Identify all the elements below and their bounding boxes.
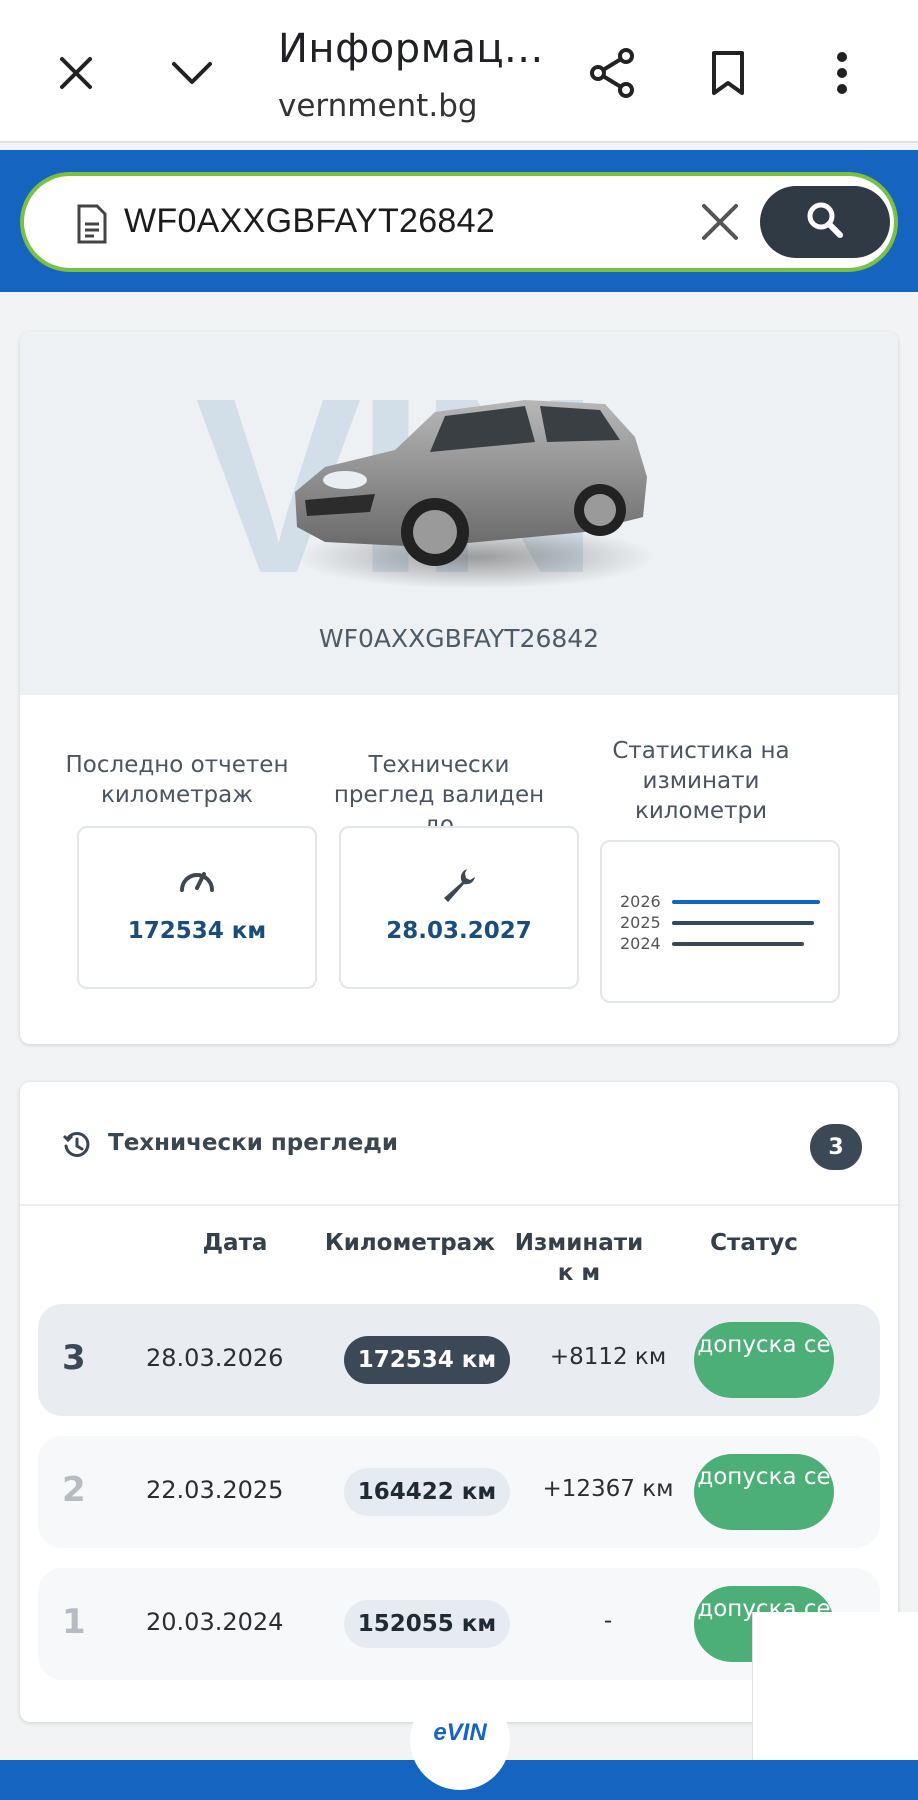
mileage-chart-box[interactable]: 2026 2025 2024 [600, 840, 840, 1003]
inspection-stat-value: 28.03.2027 [386, 918, 532, 944]
row-date: 22.03.2025 [146, 1476, 284, 1504]
evin-logo[interactable]: eVIN [410, 1690, 510, 1790]
mileage-chart-label: Статистика на изминати километри [612, 738, 790, 824]
vin-search-box[interactable]: WF0AXXGBFAYT26842 [20, 172, 898, 272]
mileage-stat-label-wrap: Последно отчетен километраж [56, 750, 298, 810]
column-header-mileage: Километраж [324, 1230, 496, 1256]
row-number: 2 [62, 1470, 86, 1510]
column-header-date: Дата [202, 1230, 268, 1256]
mileage-stat-box: 172534 км [77, 826, 317, 989]
inspections-count-badge: 3 [810, 1124, 862, 1170]
minimize-button[interactable] [162, 45, 222, 105]
column-header-delta: Изминати к м [514, 1230, 644, 1286]
history-icon [62, 1130, 92, 1164]
evin-logo-text: eVIN [433, 1719, 487, 1746]
chart-bar [672, 942, 804, 946]
status-badge[interactable]: допуска се [694, 1322, 834, 1398]
clear-icon [696, 204, 744, 250]
close-icon [56, 53, 96, 97]
inspections-header: Технически прегледи 3 [20, 1082, 898, 1206]
vehicle-card: VIN WF0AXXGBFAYT26842 Последно отчетен к… [20, 332, 898, 1044]
bookmark-button[interactable] [698, 45, 758, 105]
chart-year-label: 2025 [620, 913, 661, 932]
page-title: Информац... [278, 26, 544, 72]
mileage-stat-label: Последно отчетен километраж [65, 752, 289, 808]
search-input[interactable]: WF0AXXGBFAYT26842 [124, 202, 495, 241]
row-date: 28.03.2026 [146, 1344, 284, 1372]
row-mileage: 152055 км [344, 1600, 510, 1648]
row-delta: +12367 км [542, 1476, 674, 1502]
row-delta: - [603, 1608, 613, 1634]
share-icon [588, 47, 636, 103]
car-image [285, 382, 665, 596]
row-delta: +8112 км [549, 1344, 667, 1370]
document-icon [76, 204, 108, 248]
mileage-chart-label-wrap: Статистика на изминати километри [580, 736, 822, 826]
vin-caption: WF0AXXGBFAYT26842 [318, 624, 600, 653]
bookmark-icon [710, 50, 746, 100]
row-date: 20.03.2024 [146, 1608, 284, 1636]
speedometer-icon [178, 866, 216, 896]
vehicle-hero: VIN WF0AXXGBFAYT26842 [20, 332, 898, 695]
more-vert-icon [836, 51, 848, 99]
table-row[interactable]: 2 22.03.2025 164422 км +12367 км допуска… [38, 1436, 880, 1548]
menu-button[interactable] [812, 45, 872, 105]
chart-bar [672, 900, 820, 904]
status-badge[interactable]: допуска се [694, 1454, 834, 1530]
search-button[interactable] [760, 186, 890, 258]
share-button[interactable] [582, 45, 642, 105]
close-tab-button[interactable] [46, 45, 106, 105]
row-mileage: 172534 км [344, 1336, 510, 1384]
inspections-title: Технически прегледи [108, 1130, 398, 1156]
chart-bar [672, 921, 814, 925]
mileage-stat-value: 172534 км [127, 918, 267, 944]
chart-year-label: 2026 [620, 892, 661, 911]
inspection-stat-box: 28.03.2027 [339, 826, 579, 989]
browser-toolbar: Информац... vernment.bg [0, 0, 918, 143]
row-number: 1 [62, 1602, 86, 1642]
page-url[interactable]: vernment.bg [278, 88, 478, 124]
row-number: 3 [62, 1338, 86, 1378]
wrench-icon [440, 866, 478, 908]
column-header-status: Статус [710, 1230, 798, 1256]
floating-widget[interactable] [752, 1612, 918, 1762]
table-row[interactable]: 3 28.03.2026 172534 км +8112 км допуска … [38, 1304, 880, 1416]
chevron-down-icon [170, 58, 214, 92]
search-icon [805, 200, 845, 244]
clear-search-button[interactable] [696, 198, 744, 246]
chart-year-label: 2024 [620, 934, 661, 953]
row-mileage: 164422 км [344, 1468, 510, 1516]
